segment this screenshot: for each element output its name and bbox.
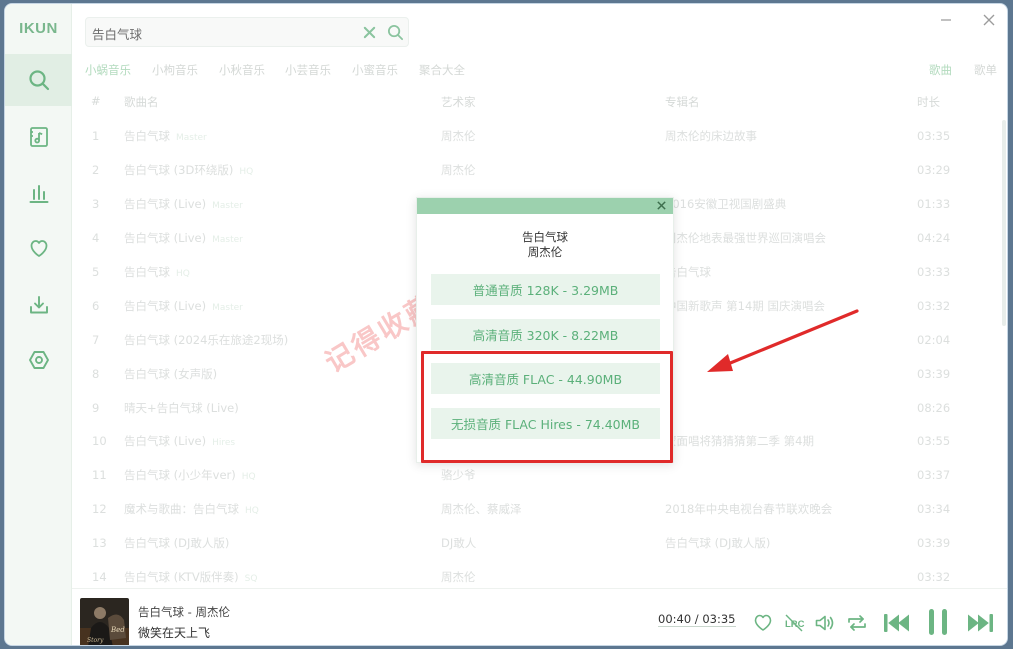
now-playing-lyric: 微笑在天上飞 <box>138 626 211 640</box>
repeat-icon[interactable] <box>846 613 868 633</box>
search-icon <box>28 70 49 91</box>
sidebar-item-downloads[interactable] <box>5 279 72 331</box>
dialog-title-bar <box>417 198 673 214</box>
app-window: IKUN 告白气球 小蜗音乐 小枸音乐 小秋音乐 小芸音乐 小蜜音乐 聚合大全 … <box>4 3 1008 646</box>
annotation-arrow-icon <box>707 309 859 372</box>
now-playing-title: 告白气球 - 周杰伦 <box>138 605 230 619</box>
current-time: 00:40 <box>658 612 692 626</box>
sidebar-item-settings[interactable] <box>5 334 72 386</box>
app-brand: IKUN <box>19 20 58 37</box>
music-file-icon <box>29 127 48 147</box>
quality-option-standard-button[interactable]: 普通音质 128K - 3.29MB <box>431 274 660 305</box>
quality-option-hq-320k-button[interactable]: 高清音质 320K - 8.22MB <box>431 319 660 350</box>
previous-track-icon[interactable] <box>882 611 910 635</box>
total-time: 03:35 <box>702 612 736 626</box>
heart-icon[interactable] <box>753 613 773 632</box>
sidebar-item-charts[interactable] <box>5 167 72 219</box>
volume-icon[interactable] <box>814 613 836 633</box>
player-bar: Bed Story 告白气球 - 周杰伦 微笑在天上飞 00:40 / 03:3… <box>72 588 1007 645</box>
bar-chart-icon <box>29 185 48 203</box>
close-icon[interactable] <box>656 200 667 211</box>
sidebar-item-search[interactable] <box>5 54 72 106</box>
album-cover[interactable]: Bed Story <box>80 598 129 645</box>
next-track-icon[interactable] <box>967 611 995 635</box>
playback-time: 00:40 / 03:35 <box>658 612 736 627</box>
sidebar: IKUN <box>5 4 72 645</box>
sidebar-item-music-library[interactable] <box>5 111 72 163</box>
heart-icon <box>30 240 47 257</box>
lyrics-off-icon[interactable]: LRC <box>783 612 805 634</box>
settings-hexagon-icon <box>28 351 49 369</box>
sidebar-item-favorites[interactable] <box>5 222 72 274</box>
svg-text:Story: Story <box>87 637 104 644</box>
dialog-song-title: 告白气球 <box>522 230 568 244</box>
pause-icon[interactable] <box>925 607 951 637</box>
download-icon <box>29 296 48 314</box>
annotation-highlight-box <box>421 351 673 463</box>
dialog-artist: 周杰伦 <box>527 245 563 259</box>
svg-text:Bed: Bed <box>110 626 125 634</box>
